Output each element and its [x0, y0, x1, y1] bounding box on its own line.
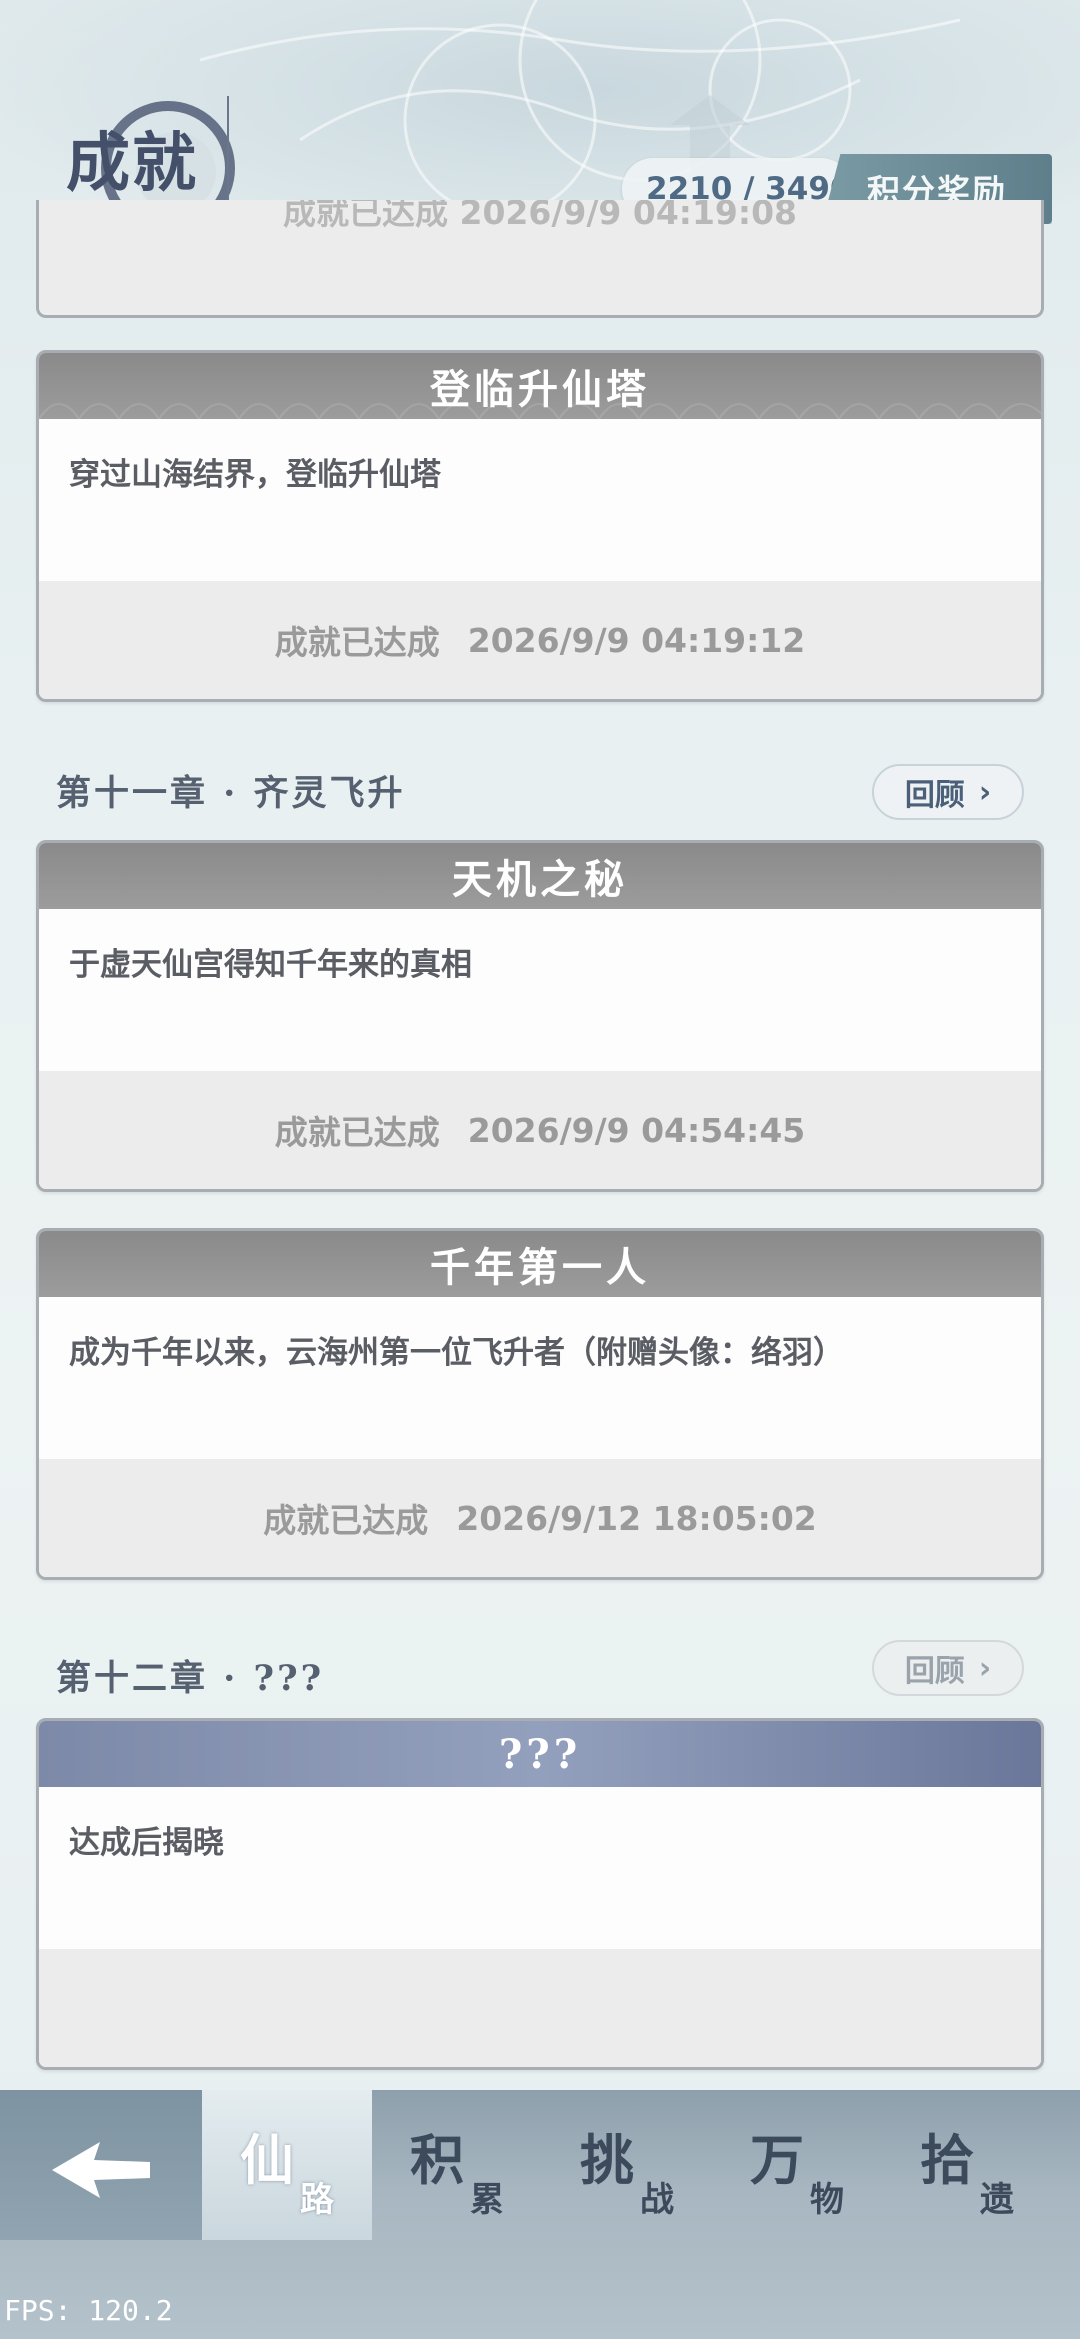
review-label: 回顾	[904, 1654, 965, 1689]
tab-shiyi[interactable]: 拾 遗	[882, 2090, 1052, 2240]
achievement-card: 天机之秘 于虚天仙宫得知千年来的真相 成就已达成 2026/9/9 04:54:…	[36, 840, 1044, 1192]
card-header: 千年第一人	[39, 1231, 1041, 1297]
tab-label-sub: 战	[640, 2180, 674, 2220]
card-header: ???	[39, 1721, 1041, 1787]
achievement-status: 成就已达成	[263, 1501, 429, 1540]
tab-jilei[interactable]: 积 累	[372, 2090, 542, 2240]
tab-label-main: 挑	[580, 2128, 634, 2192]
tab-label-main: 积	[410, 2128, 464, 2192]
achievement-card-locked: ??? 达成后揭晓	[36, 1718, 1044, 2070]
card-title: 天机之秘	[452, 856, 628, 903]
card-title: 千年第一人	[430, 1244, 650, 1291]
tab-wanwu[interactable]: 万 物	[712, 2090, 882, 2240]
back-arrow-icon	[52, 2142, 150, 2198]
achievement-card-partial: 成就已达成 2026/9/9 04:19:08	[36, 200, 1044, 318]
fps-counter: FPS: 120.2	[4, 2294, 173, 2327]
back-button[interactable]	[0, 2090, 202, 2240]
tab-label-main: 仙	[240, 2128, 294, 2192]
tab-xianlu[interactable]: 仙 路	[202, 2090, 372, 2240]
chapter-review-button[interactable]: 回顾 ›	[872, 1640, 1024, 1696]
tab-label-sub: 物	[810, 2180, 844, 2220]
card-footer	[39, 1949, 1041, 2067]
achievement-card: 登临升仙塔 穿过山海结界，登临升仙塔 成就已达成 2026/9/9 04:19:…	[36, 350, 1044, 702]
tab-tiaozhan[interactable]: 挑 战	[542, 2090, 712, 2240]
chapter-heading: 第十一章 · 齐灵飞升	[56, 773, 406, 814]
achievement-card: 千年第一人 成为千年以来，云海州第一位飞升者（附赠头像：络羽） 成就已达成 20…	[36, 1228, 1044, 1580]
card-description: 穿过山海结界，登临升仙塔	[39, 419, 1041, 581]
card-footer: 成就已达成 2026/9/9 04:19:12	[39, 581, 1041, 699]
card-description: 于虚天仙宫得知千年来的真相	[39, 909, 1041, 1071]
achievement-status: 成就已达成	[274, 623, 440, 662]
achievement-date: 2026/9/9 04:19:12	[467, 620, 806, 660]
chevron-right-icon: ›	[978, 1650, 992, 1686]
achievement-date: 2026/9/12 18:05:02	[456, 1498, 817, 1538]
tab-label-sub: 路	[300, 2180, 334, 2220]
tab-label-main: 万	[750, 2128, 804, 2192]
chapter-heading: 第十二章 · ???	[56, 1658, 325, 1699]
page-title: 成就	[66, 126, 198, 201]
card-footer: 成就已达成 2026/9/9 04:54:45	[39, 1071, 1041, 1189]
card-footer: 成就已达成 2026/9/12 18:05:02	[39, 1459, 1041, 1577]
achievement-status: 成就已达成	[274, 1113, 440, 1152]
tab-label-sub: 遗	[980, 2180, 1014, 2220]
card-title: 登临升仙塔	[430, 366, 650, 413]
review-label: 回顾	[904, 778, 965, 813]
achievement-date: 2026/9/9 04:54:45	[467, 1110, 806, 1150]
tab-label-main: 拾	[920, 2128, 974, 2192]
card-title: ???	[498, 1730, 582, 1778]
chapter-review-button[interactable]: 回顾 ›	[872, 764, 1024, 820]
card-description: 达成后揭晓	[39, 1787, 1041, 1949]
tab-label-sub: 累	[470, 2180, 504, 2220]
card-header: 天机之秘	[39, 843, 1041, 909]
card-description: 成为千年以来，云海州第一位飞升者（附赠头像：络羽）	[39, 1297, 1041, 1459]
card-header: 登临升仙塔	[39, 353, 1041, 419]
chevron-right-icon: ›	[978, 774, 992, 810]
card-footer-partial: 成就已达成 2026/9/9 04:19:08	[283, 200, 798, 232]
